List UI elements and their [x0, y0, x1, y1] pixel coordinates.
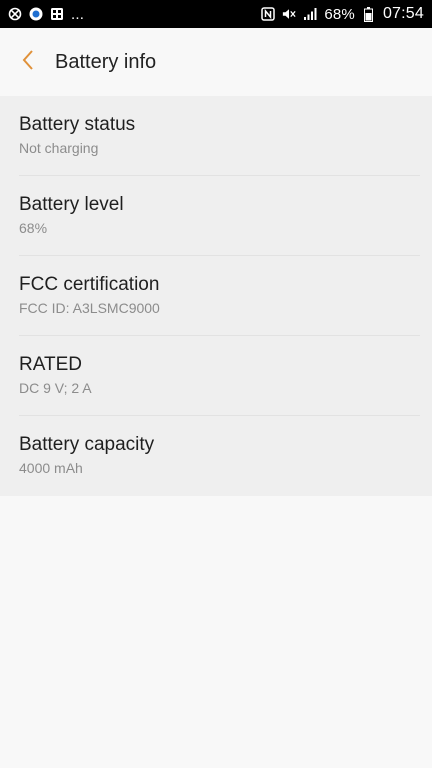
list-item-rated[interactable]: RATED DC 9 V; 2 A: [0, 336, 432, 416]
clock: 07:54: [382, 5, 424, 22]
gallery-notification-icon: [50, 7, 64, 21]
chevron-left-icon: [21, 49, 35, 76]
page-title: Battery info: [55, 50, 157, 73]
item-value: 68%: [19, 220, 48, 236]
item-value: DC 9 V; 2 A: [19, 380, 92, 396]
item-title: Battery capacity: [19, 434, 155, 455]
item-value: FCC ID: A3LSMC9000: [19, 300, 160, 316]
blocked-notification-icon: [8, 7, 22, 21]
item-value: 4000 mAh: [19, 460, 83, 476]
status-bar-right: 68% 07:54: [261, 5, 424, 23]
battery-info-list: Battery status Not charging Battery leve…: [0, 96, 432, 496]
signal-icon: [303, 7, 317, 21]
item-title: Battery level: [19, 194, 124, 215]
status-bar: ... 68% 07:54: [0, 0, 432, 28]
item-title: Battery status: [19, 114, 136, 135]
list-item-battery-status[interactable]: Battery status Not charging: [0, 96, 432, 176]
back-button[interactable]: [14, 44, 42, 80]
battery-percent: 68%: [324, 5, 355, 23]
list-item-battery-level[interactable]: Battery level 68%: [0, 176, 432, 256]
screen: ... 68% 07:54 Battery info Battery statu…: [0, 0, 432, 768]
item-title: FCC certification: [19, 274, 160, 295]
app-bar: Battery info: [0, 28, 432, 96]
status-bar-left: ...: [8, 6, 84, 23]
mute-icon: [282, 7, 296, 21]
item-value: Not charging: [19, 140, 99, 156]
list-item-battery-capacity[interactable]: Battery capacity 4000 mAh: [0, 416, 432, 496]
more-notifications-indicator: ...: [71, 5, 85, 23]
app-notification-icon: [29, 7, 43, 21]
item-title: RATED: [19, 354, 82, 375]
list-item-fcc-certification[interactable]: FCC certification FCC ID: A3LSMC9000: [0, 256, 432, 336]
nfc-icon: [261, 7, 276, 21]
battery-icon: [362, 6, 376, 22]
